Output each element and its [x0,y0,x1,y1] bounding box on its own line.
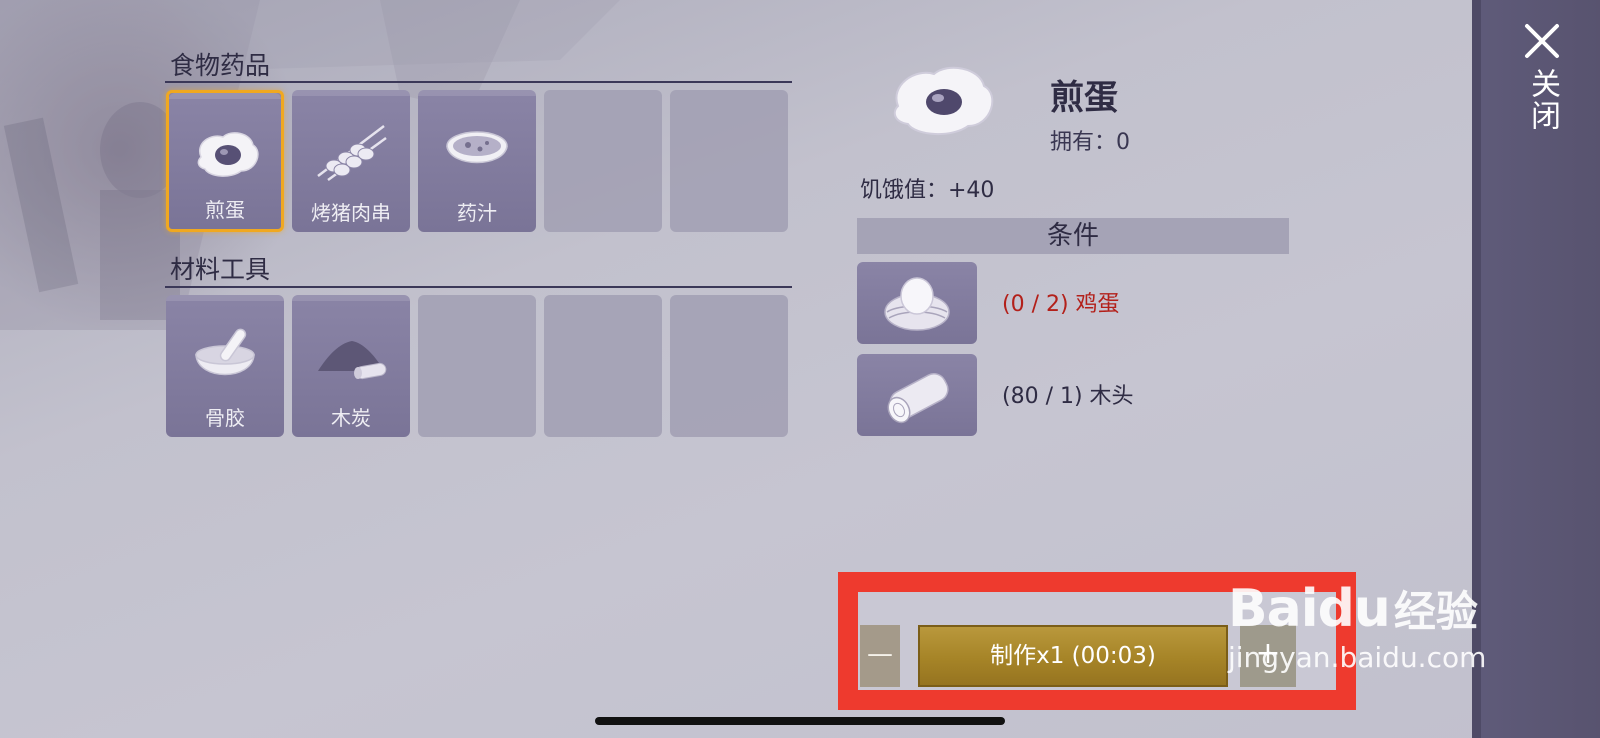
charcoal-pile-icon [318,341,387,380]
watermark-brand: Bai [1228,579,1319,639]
item-slot-pork-skewer[interactable]: 烤猪肉串 [292,90,410,232]
item-label: 煎蛋 [205,198,245,222]
fried-egg-icon [197,132,259,177]
item-label: 烤猪肉串 [311,201,391,225]
section-title-materials-tools: 材料工具 [170,255,271,284]
herbal-bowl-icon [446,131,508,164]
close-button[interactable]: 关闭 [1512,22,1572,152]
detail-item-name: 煎蛋 [1050,78,1118,118]
slot-highlight [169,93,281,99]
requirement-slot-wood[interactable] [857,354,977,436]
item-slot-charcoal[interactable]: 木炭 [292,295,410,437]
item-slot-empty[interactable] [544,90,662,232]
item-label: 骨胶 [205,406,245,430]
home-indicator[interactable] [595,717,1005,725]
watermark-url: jingyan.baidu.com [1228,641,1487,674]
section-divider [165,81,792,83]
slot-highlight [292,295,410,301]
requirement-egg-text: (0 / 2) 鸡蛋 [1002,292,1120,317]
item-slot-herbal-juice[interactable]: 药汁 [418,90,536,232]
wood-log-icon [887,373,949,424]
fried-egg-detail-icon [893,66,994,136]
conditions-header: 条件 [857,218,1289,254]
mortar-pestle-icon [195,328,255,376]
watermark-cn: 经验 [1393,587,1478,636]
baidu-watermark: Baidu经验 jingyan.baidu.com [1228,578,1486,674]
detail-owned-count: 拥有：0 [1050,130,1130,155]
slot-highlight [292,90,410,96]
item-label: 药汁 [457,201,497,225]
item-slot-fried-egg[interactable]: 煎蛋 [166,90,284,232]
requirement-slot-egg[interactable] [857,262,977,344]
section-divider [165,286,792,288]
section-title-food-medicine: 食物药品 [170,51,271,80]
requirement-wood-text: (80 / 1) 木头 [1002,384,1134,409]
detail-hunger-effect: 饥饿值：+40 [860,178,995,203]
side-panel: 关闭 [1472,0,1600,738]
slot-highlight [166,295,284,301]
slot-highlight [418,90,536,96]
item-label: 木炭 [331,406,371,430]
item-slot-bone-glue[interactable]: 骨胶 [166,295,284,437]
watermark-du: du [1317,579,1391,639]
item-slot-empty[interactable] [418,295,536,437]
item-slot-empty[interactable] [670,90,788,232]
item-slot-empty[interactable] [544,295,662,437]
close-label: 关闭 [1525,68,1560,132]
pork-skewer-icon [317,125,387,182]
close-icon [1525,24,1559,58]
item-slot-empty[interactable] [670,295,788,437]
egg-nest-icon [884,277,950,331]
